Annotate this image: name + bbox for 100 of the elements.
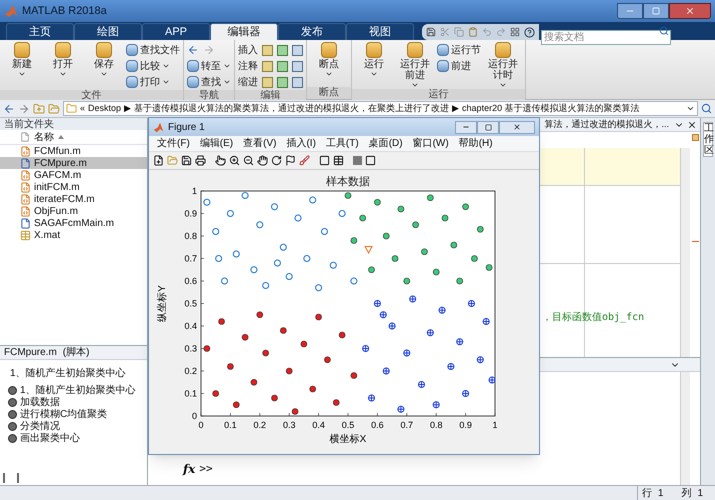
help-icon[interactable] xyxy=(524,26,535,38)
menu-item[interactable]: 插入(I) xyxy=(286,136,316,151)
new-figure-icon[interactable] xyxy=(153,155,164,166)
section-item[interactable]: 分类情况 xyxy=(8,420,147,432)
close-icon[interactable] xyxy=(687,120,697,130)
ribbon-button[interactable]: 缩进 xyxy=(238,74,258,90)
section-item[interactable]: 加载数据 xyxy=(8,396,147,408)
search-icon[interactable] xyxy=(659,26,669,36)
minimize-button[interactable] xyxy=(617,3,643,19)
ribbon-icon[interactable] xyxy=(277,76,288,88)
data-cursor-icon[interactable] xyxy=(285,155,296,166)
ribbon-button[interactable]: 保存 xyxy=(85,42,123,78)
maximize-button[interactable] xyxy=(643,3,669,19)
ribbon-tab[interactable]: 绘图 xyxy=(74,23,142,40)
file-row[interactable]: ObjFun.m xyxy=(0,205,147,217)
zoom-in-icon[interactable] xyxy=(229,155,240,166)
search-icon[interactable] xyxy=(701,103,712,114)
close-button[interactable] xyxy=(669,3,711,19)
ribbon-button[interactable]: 打开 xyxy=(44,42,82,78)
ribbon-button[interactable]: 运行节 xyxy=(437,42,481,58)
ribbon-button[interactable]: 转至 xyxy=(187,58,231,74)
menu-item[interactable]: 桌面(D) xyxy=(368,136,403,151)
pointer-icon[interactable] xyxy=(215,155,226,166)
ribbon-button[interactable]: 查找 xyxy=(187,74,231,90)
file-row[interactable]: initFCM.m xyxy=(0,181,147,193)
column-header[interactable]: 名称 xyxy=(0,130,147,145)
pan-icon[interactable] xyxy=(257,155,268,166)
file-row[interactable]: X.mat xyxy=(0,229,147,241)
layout-icon[interactable] xyxy=(510,27,520,37)
ribbon-icon[interactable] xyxy=(292,60,303,72)
ribbon-tab[interactable]: 编辑器 xyxy=(210,23,278,40)
forward-icon[interactable] xyxy=(18,102,30,114)
ribbon-button[interactable]: 插入 xyxy=(238,42,258,58)
file-row[interactable]: FCMpure.m xyxy=(0,157,147,169)
menu-item[interactable]: 文件(F) xyxy=(157,136,190,151)
breadcrumb[interactable]: 基于遗传模拟退火算法的聚类算法，通过改进的模拟退火，在聚类上进行了改进 xyxy=(134,102,450,115)
dropdown-icon[interactable] xyxy=(686,104,695,113)
breadcrumb[interactable]: Desktop xyxy=(88,102,122,115)
ribbon-icon[interactable] xyxy=(292,44,303,56)
ribbon-icon[interactable] xyxy=(262,76,273,88)
ribbon-icon[interactable] xyxy=(262,44,273,56)
ribbon-icon[interactable] xyxy=(277,60,288,72)
ribbon-tab[interactable]: 主页 xyxy=(6,23,74,40)
clipboard-icon[interactable] xyxy=(468,27,478,37)
path-field[interactable]: « Desktop ▶ 基于遗传模拟退火算法的聚类算法，通过改进的模拟退火，在聚类上进行了改进 ▶ chapter20 基于遗传模拟退火算法的聚类算法 xyxy=(63,101,698,116)
tick-label: 0.2 xyxy=(254,420,266,430)
print-icon[interactable] xyxy=(195,155,206,166)
ribbon-tab[interactable]: 视图 xyxy=(346,23,414,40)
file-row[interactable]: SAGAFcmMain.m xyxy=(0,217,147,229)
function-browser-button[interactable]: fx xyxy=(183,460,196,478)
file-row[interactable]: FCMfun.m xyxy=(0,145,147,157)
save-icon[interactable] xyxy=(181,155,192,166)
menu-item[interactable]: 编辑(E) xyxy=(200,136,234,151)
ribbon-button[interactable]: 新建 xyxy=(3,42,41,78)
view-toggle-icon[interactable] xyxy=(3,473,19,483)
section-item[interactable]: 画出聚类中心 xyxy=(8,432,147,444)
ribbon-button[interactable]: 打印 xyxy=(126,74,180,90)
file-row[interactable]: iterateFCM.m xyxy=(0,193,147,205)
menu-item[interactable]: 帮助(H) xyxy=(458,136,493,151)
scrollbar[interactable] xyxy=(680,372,690,485)
save-icon[interactable] xyxy=(426,27,436,37)
tick-label: 0 xyxy=(198,420,204,430)
ribbon-icon[interactable] xyxy=(277,44,288,56)
breadcrumb[interactable]: ▶ xyxy=(124,102,132,115)
back-icon[interactable] xyxy=(3,102,15,114)
show-tools-icon[interactable] xyxy=(365,155,376,166)
ribbon-button[interactable]: 断点 xyxy=(310,42,348,78)
legend-icon[interactable] xyxy=(333,155,344,166)
brush-icon[interactable] xyxy=(299,155,310,166)
breadcrumb[interactable]: chapter20 基于遗传模拟退火算法的聚类算法 xyxy=(462,102,640,115)
ribbon-tab[interactable]: 发布 xyxy=(278,23,346,40)
workspace-tab[interactable]: 工作区 xyxy=(703,122,713,157)
tick-label: 0.2 xyxy=(184,366,197,376)
breadcrumb[interactable]: « xyxy=(80,102,86,115)
back-icon[interactable] xyxy=(187,44,199,56)
search-field[interactable]: 搜索文档 xyxy=(541,30,671,45)
ribbon-icon[interactable] xyxy=(262,60,273,72)
scrollbar[interactable] xyxy=(680,148,690,357)
ribbon-button[interactable]: 注释 xyxy=(238,58,258,74)
zoom-out-icon[interactable] xyxy=(243,155,254,166)
ribbon-button[interactable]: 运行并前进 xyxy=(396,42,434,89)
editor-title: 算法，通过改进的模拟退火，... xyxy=(544,118,669,131)
ribbon-button[interactable]: 运行 xyxy=(355,42,393,78)
section-item[interactable]: 1、随机产生初始聚类中心 xyxy=(8,384,147,396)
file-row[interactable]: GAFCM.m xyxy=(0,169,147,181)
menu-item[interactable]: 窗口(W) xyxy=(412,136,449,151)
ribbon-tab[interactable]: APP xyxy=(142,23,210,40)
breadcrumb[interactable]: ▶ xyxy=(452,102,460,115)
maximize-button[interactable] xyxy=(477,120,499,134)
rotate-icon[interactable] xyxy=(271,155,282,166)
ribbon-button[interactable]: 比较 xyxy=(126,58,180,74)
ribbon-icon[interactable] xyxy=(292,76,303,88)
ribbon-button[interactable]: 前进 xyxy=(437,58,481,74)
ribbon-icon xyxy=(126,76,138,88)
ribbon-button[interactable]: 查找文件 xyxy=(126,42,180,58)
colorbar-icon[interactable] xyxy=(319,155,330,166)
ribbon-button[interactable]: 运行并计时 xyxy=(484,42,522,89)
menu-item[interactable]: 查看(V) xyxy=(243,136,276,151)
menu-item[interactable]: 工具(T) xyxy=(326,136,359,151)
section-item[interactable]: 进行模糊C均值聚类 xyxy=(8,408,147,420)
